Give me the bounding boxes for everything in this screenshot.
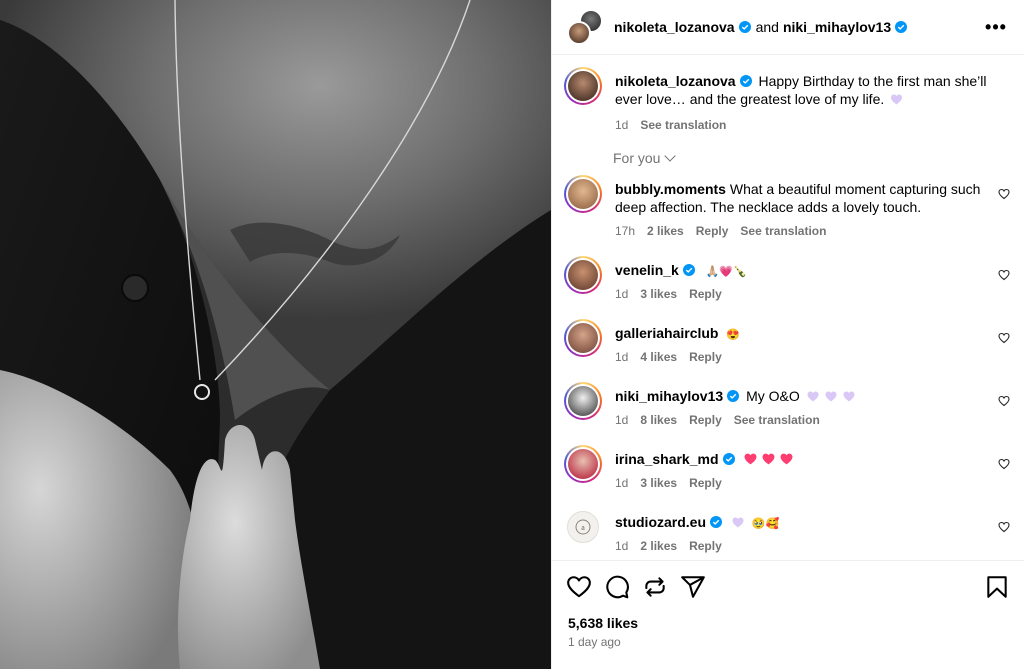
heart-icon[interactable] bbox=[998, 188, 1010, 200]
comment-emoji: 😍 bbox=[726, 329, 741, 341]
and-text: and bbox=[755, 19, 779, 35]
heart-icon[interactable] bbox=[998, 332, 1010, 344]
comment-time: 1d bbox=[615, 287, 629, 301]
avatar[interactable] bbox=[564, 445, 602, 483]
post-actions: 5,638 likes 1 day ago bbox=[552, 560, 1024, 669]
author-avatars[interactable] bbox=[567, 9, 603, 45]
studio-logo-icon: a bbox=[575, 519, 591, 535]
avatar[interactable] bbox=[564, 319, 602, 357]
heart-emoji-icon bbox=[780, 453, 793, 465]
action-bar bbox=[566, 573, 1010, 601]
comment-likes[interactable]: 3 likes bbox=[640, 476, 677, 490]
avatar[interactable] bbox=[564, 67, 602, 105]
comment-item: niki_mihaylov13 My O&O 1d 8 likes Reply … bbox=[564, 382, 1010, 427]
author-username[interactable]: nikoleta_lozanova bbox=[614, 19, 735, 35]
bookmark-icon[interactable] bbox=[984, 574, 1010, 600]
comment-username[interactable]: studiozard.eu bbox=[615, 514, 706, 530]
comment-item: bubbly.moments What a beautiful moment c… bbox=[564, 175, 1010, 238]
comment-likes[interactable]: 2 likes bbox=[647, 224, 684, 238]
verified-icon bbox=[739, 75, 752, 87]
comment-likes[interactable]: 8 likes bbox=[640, 413, 677, 427]
verified-icon bbox=[727, 390, 740, 402]
caption-time: 1d bbox=[615, 118, 629, 132]
heart-emoji-icon bbox=[807, 391, 819, 402]
share-icon[interactable] bbox=[680, 574, 706, 600]
chevron-down-icon bbox=[664, 150, 677, 162]
heart-emoji-icon bbox=[891, 94, 903, 105]
heart-emoji-icon bbox=[825, 391, 837, 402]
comment-likes[interactable]: 4 likes bbox=[640, 350, 677, 364]
verified-icon bbox=[738, 21, 751, 33]
heart-icon[interactable] bbox=[998, 521, 1010, 533]
heart-emojis bbox=[744, 450, 793, 468]
comment-emoji: 🥹🥰 bbox=[751, 518, 780, 530]
comment-time: 1d bbox=[615, 476, 629, 490]
comment-time: 1d bbox=[615, 413, 629, 427]
comment-likes[interactable]: 2 likes bbox=[640, 539, 677, 553]
caption-username[interactable]: nikoleta_lozanova bbox=[615, 73, 736, 89]
caption: nikoleta_lozanova Happy Birthday to the … bbox=[564, 67, 1010, 132]
comment-text: My O&O bbox=[746, 388, 800, 404]
post-header: nikoleta_lozanova and niki_mihaylov13 ••… bbox=[552, 0, 1024, 55]
avatar[interactable] bbox=[564, 382, 602, 420]
svg-text:a: a bbox=[581, 523, 585, 532]
repost-icon[interactable] bbox=[642, 574, 668, 600]
comment-username[interactable]: bubbly.moments bbox=[615, 181, 726, 197]
reply-button[interactable]: Reply bbox=[689, 287, 722, 301]
heart-icon[interactable] bbox=[998, 458, 1010, 470]
avatar[interactable] bbox=[564, 175, 602, 213]
heart-icon[interactable] bbox=[998, 269, 1010, 281]
comment-time: 1d bbox=[615, 539, 629, 553]
avatar bbox=[567, 21, 591, 45]
verified-icon bbox=[710, 516, 723, 528]
reply-button[interactable]: Reply bbox=[689, 413, 722, 427]
comment-username[interactable]: niki_mihaylov13 bbox=[615, 388, 723, 404]
comment-item: venelin_k 🙏🏼💗🍾 1d 3 likes Reply bbox=[564, 256, 1010, 301]
comments-list[interactable]: nikoleta_lozanova Happy Birthday to the … bbox=[552, 56, 1024, 559]
comment-item: irina_shark_md 1d 3 likes Reply bbox=[564, 445, 1010, 490]
for-you-filter[interactable]: For you bbox=[613, 150, 677, 166]
reply-button[interactable]: Reply bbox=[689, 476, 722, 490]
reply-button[interactable]: Reply bbox=[689, 350, 722, 364]
post-panel: nikoleta_lozanova and niki_mihaylov13 ••… bbox=[551, 0, 1024, 669]
for-you-label: For you bbox=[613, 150, 661, 166]
post-photo bbox=[0, 0, 551, 669]
heart-emoji-icon bbox=[732, 517, 744, 528]
heart-emoji-icon bbox=[762, 453, 775, 465]
more-icon[interactable]: ••• bbox=[984, 15, 1008, 39]
avatar[interactable]: a bbox=[567, 511, 599, 543]
comment-item: a studiozard.eu 🥹🥰 1d 2 likes Reply bbox=[567, 511, 1010, 553]
heart-emojis bbox=[807, 387, 855, 405]
comment-emoji: 🙏🏼💗🍾 bbox=[705, 266, 747, 278]
likes-count[interactable]: 5,638 likes bbox=[568, 615, 638, 631]
comment-time: 1d bbox=[615, 350, 629, 364]
comment-username[interactable]: irina_shark_md bbox=[615, 451, 719, 467]
post-date: 1 day ago bbox=[568, 635, 621, 649]
post-image[interactable] bbox=[0, 0, 551, 669]
verified-icon bbox=[722, 453, 735, 465]
comment-time: 17h bbox=[615, 224, 636, 238]
comment-item: galleriahairclub 😍 1d 4 likes Reply bbox=[564, 319, 1010, 364]
comment-icon[interactable] bbox=[604, 574, 630, 600]
reply-button[interactable]: Reply bbox=[696, 224, 729, 238]
comment-username[interactable]: galleriahairclub bbox=[615, 325, 718, 341]
reply-button[interactable]: Reply bbox=[689, 539, 722, 553]
verified-icon bbox=[895, 21, 908, 33]
comment-username[interactable]: venelin_k bbox=[615, 262, 679, 278]
collab-username[interactable]: niki_mihaylov13 bbox=[783, 19, 891, 35]
heart-emoji-icon bbox=[744, 453, 757, 465]
see-translation-link[interactable]: See translation bbox=[640, 118, 726, 132]
heart-emoji-icon bbox=[843, 391, 855, 402]
verified-icon bbox=[682, 264, 695, 276]
see-translation-link[interactable]: See translation bbox=[734, 413, 820, 427]
avatar[interactable] bbox=[564, 256, 602, 294]
see-translation-link[interactable]: See translation bbox=[740, 224, 826, 238]
heart-icon[interactable] bbox=[566, 574, 592, 600]
author-names: nikoleta_lozanova and niki_mihaylov13 bbox=[614, 19, 910, 35]
heart-icon[interactable] bbox=[998, 395, 1010, 407]
comment-likes[interactable]: 3 likes bbox=[640, 287, 677, 301]
